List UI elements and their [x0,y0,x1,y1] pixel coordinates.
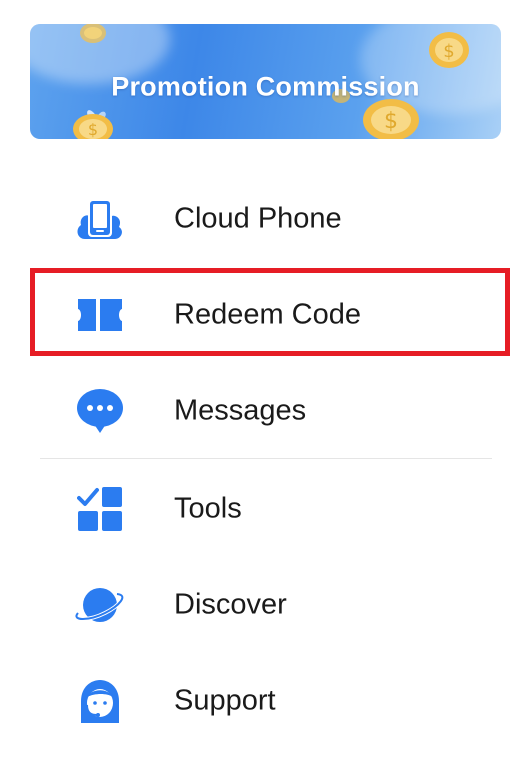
menu-item-label: Redeem Code [174,298,361,331]
banner-title: Promotion Commission [111,71,420,102]
menu-item-label: Support [174,684,276,717]
svg-text:$: $ [88,120,98,139]
svg-text:$: $ [384,109,398,134]
menu-item-messages[interactable]: Messages [40,371,492,451]
svg-text:$: $ [443,41,454,62]
cloud-phone-icon [75,194,125,244]
menu-item-discover[interactable]: Discover [40,565,492,645]
menu-item-support[interactable]: Support [40,661,492,741]
ticket-icon [75,290,125,340]
coin-icon: $ [73,114,113,139]
menu-item-tools[interactable]: Tools [40,469,492,549]
menu-divider [40,458,492,459]
coin-icon: $ [429,32,469,68]
planet-icon [75,580,125,630]
menu-item-cloud-phone[interactable]: Cloud Phone [40,179,492,259]
promotion-commission-banner[interactable]: $ $ $ Promotion Commission [30,24,501,139]
chat-bubble-icon [75,386,125,436]
menu-item-redeem-code[interactable]: Redeem Code [40,275,492,355]
coin-icon [80,24,106,43]
menu-item-label: Tools [174,492,242,525]
menu-item-label: Messages [174,394,307,427]
support-agent-icon [75,676,125,726]
menu-item-label: Discover [174,588,287,621]
menu-item-label: Cloud Phone [174,202,342,235]
side-menu: $ $ $ Promotion Commission Cloud Phone R… [0,0,529,759]
tools-grid-icon [75,484,125,534]
